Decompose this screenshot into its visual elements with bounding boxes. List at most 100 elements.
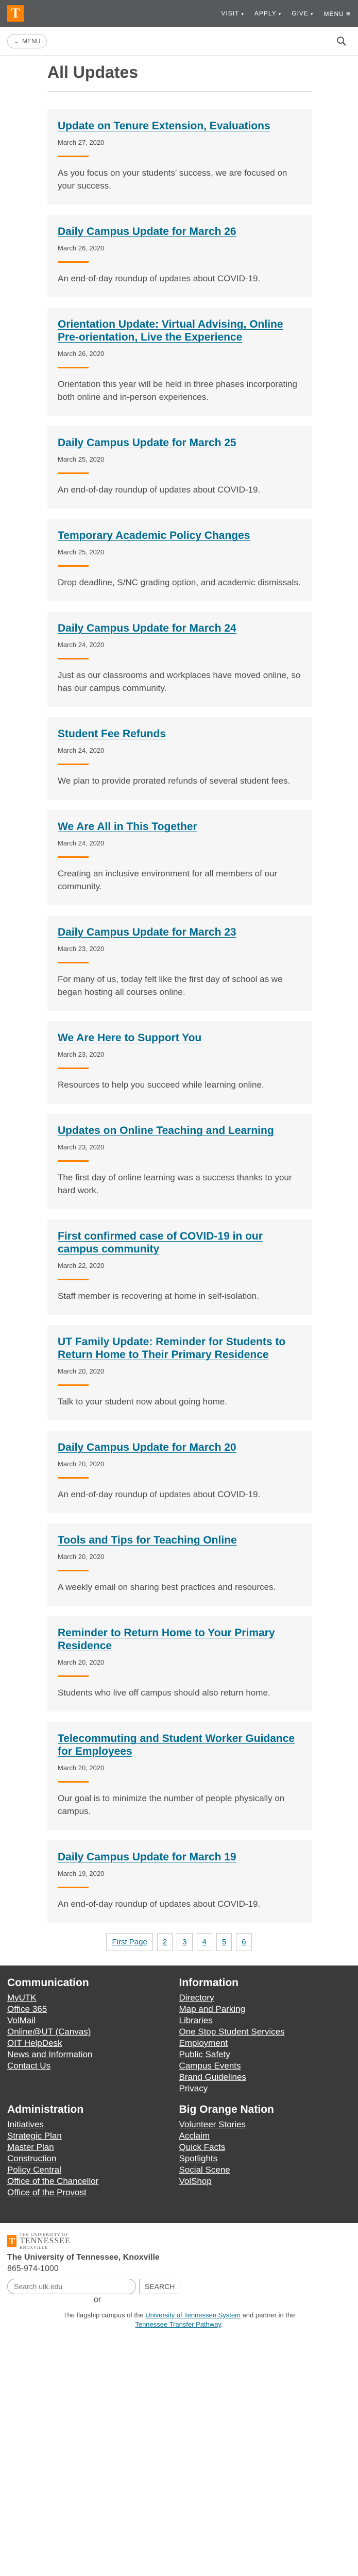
orange-divider <box>58 1781 89 1783</box>
footer-link[interactable]: Brand Guidelines <box>179 2072 351 2083</box>
post-title[interactable]: Student Fee Refunds <box>58 727 302 740</box>
footer-link[interactable]: Online@UT (Canvas) <box>7 2026 179 2038</box>
footer-link[interactable]: Construction <box>7 2153 179 2164</box>
flagship-statement: The flagship campus of the University of… <box>63 2311 295 2328</box>
footer-search-button[interactable]: SEARCH <box>139 2279 181 2294</box>
footer-link[interactable]: Office 365 <box>7 2004 179 2015</box>
post-title[interactable]: Orientation Update: Virtual Advising, On… <box>58 318 302 344</box>
post-title[interactable]: Daily Campus Update for March 20 <box>58 1441 302 1454</box>
footer-link[interactable]: Privacy <box>179 2083 351 2094</box>
post-title[interactable]: Daily Campus Update for March 23 <box>58 926 302 939</box>
footer-logo[interactable]: T THE UNIVERSITY OF TENNESSEE KNOXVILLE <box>7 2232 351 2250</box>
post-date: March 22, 2020 <box>58 1262 105 1269</box>
footer-link[interactable]: Office of the Provost <box>7 2187 179 2198</box>
nav-visit[interactable]: VISIT ▾ <box>221 10 244 17</box>
nav-give[interactable]: GIVE ▾ <box>292 10 313 17</box>
nav-menu[interactable]: MENU ≡ <box>323 9 351 18</box>
footer-link[interactable]: Social Scene <box>179 2164 351 2176</box>
post-date: March 27, 2020 <box>58 139 105 146</box>
post-title[interactable]: Update on Tenure Extension, Evaluations <box>58 120 302 132</box>
pagination-page-4[interactable]: 4 <box>196 1933 212 1951</box>
footer-search-input[interactable] <box>7 2279 136 2294</box>
pagination-first-page[interactable]: First Page <box>106 1933 153 1951</box>
top-nav: VISIT ▾ APPLY ▾ GIVE ▾ MENU ≡ <box>221 0 351 27</box>
footer-link[interactable]: Master Plan <box>7 2142 179 2153</box>
search-icon[interactable] <box>336 36 347 46</box>
footer-link[interactable]: MyUTK <box>7 1992 179 2004</box>
footer-links: Communication MyUTK Office 365 VolMail Onlin… <box>0 1965 358 2223</box>
ut-system-link[interactable]: University of Tennessee System <box>145 2311 241 2319</box>
post-date: March 24, 2020 <box>58 839 105 847</box>
footer-link[interactable]: Spotlights <box>179 2153 351 2164</box>
orange-divider <box>58 1887 89 1888</box>
top-bar: T VISIT ▾ APPLY ▾ GIVE ▾ MENU ≡ <box>0 0 358 27</box>
hamburger-icon: ≡ <box>346 9 351 18</box>
footer-link[interactable]: Libraries <box>179 2015 351 2026</box>
footer-link[interactable]: Public Safety <box>179 2049 351 2060</box>
post-title[interactable]: UT Family Update: Reminder for Students … <box>58 1335 302 1361</box>
post-card: Daily Campus Update for March 24 March 24… <box>47 612 312 707</box>
footer-link[interactable]: Strategic Plan <box>7 2130 179 2142</box>
post-summary: An end-of-day roundup of updates about C… <box>58 485 261 495</box>
post-title[interactable]: Daily Campus Update for March 19 <box>58 1851 302 1863</box>
post-title[interactable]: We Are All in This Together <box>58 820 302 833</box>
pagination-page-3[interactable]: 3 <box>177 1933 193 1951</box>
footer-link[interactable]: OIT HelpDesk <box>7 2038 179 2049</box>
post-summary: The first day of online learning was a s… <box>58 1173 292 1195</box>
post-card: Telecommuting and Student Worker Guidanc… <box>47 1722 312 1830</box>
post-summary: Staff member is recovering at home in se… <box>58 1291 259 1301</box>
footer-link[interactable]: Initiatives <box>7 2119 179 2130</box>
footer-column: Big Orange Nation Volunteer Stories Acclai… <box>179 2104 351 2198</box>
footer-link[interactable]: Directory <box>179 1992 351 2004</box>
pagination-page-5[interactable]: 5 <box>216 1933 232 1951</box>
post-title[interactable]: Temporary Academic Policy Changes <box>58 529 302 542</box>
footer-link[interactable]: Acclaim <box>179 2130 351 2142</box>
footer-link[interactable]: Employment <box>179 2038 351 2049</box>
footer-link[interactable]: Campus Events <box>179 2060 351 2072</box>
post-summary: Drop deadline, S/NC grading option, and … <box>58 578 301 587</box>
post-title[interactable]: Updates on Online Teaching and Learning <box>58 1124 302 1137</box>
post-summary: Resources to help you succeed while lear… <box>58 1080 264 1090</box>
ut-logo[interactable]: T <box>7 5 24 22</box>
footer-link[interactable]: VolMail <box>7 2015 179 2026</box>
orange-divider <box>58 1384 89 1386</box>
footer-link[interactable]: One Stop Student Services <box>179 2026 351 2038</box>
pagination-page-2[interactable]: 2 <box>157 1933 173 1951</box>
menu-button[interactable]: ⌄ MENU <box>7 34 47 48</box>
footer-link[interactable]: Contact Us <box>7 2060 179 2072</box>
nav-apply[interactable]: APPLY ▾ <box>254 10 281 17</box>
post-card: Updates on Online Teaching and Learning M… <box>47 1114 312 1209</box>
post-card: Tools and Tips for Teaching Online March … <box>47 1523 312 1606</box>
post-date: March 20, 2020 <box>58 1460 105 1468</box>
pagination-page-6[interactable]: 6 <box>236 1933 252 1951</box>
post-date: March 23, 2020 <box>58 945 105 953</box>
post-card: We Are All in This Together March 24, 202… <box>47 810 312 905</box>
footer-link[interactable]: News and Information <box>7 2049 179 2060</box>
footer-link[interactable]: Office of the Chancellor <box>7 2176 179 2187</box>
post-title[interactable]: Daily Campus Update for March 24 <box>58 622 302 635</box>
footer-column: Information Directory Map and Parking Libra… <box>179 1977 351 2094</box>
post-title[interactable]: Daily Campus Update for March 26 <box>58 225 302 238</box>
footer-link[interactable]: VolShop <box>179 2176 351 2187</box>
post-summary: An end-of-day roundup of updates about C… <box>58 1489 261 1499</box>
phone-number[interactable]: 865-974-1000 <box>7 2264 351 2274</box>
post-date: March 20, 2020 <box>58 1658 105 1666</box>
post-title[interactable]: Daily Campus Update for March 25 <box>58 436 302 449</box>
post-title[interactable]: We Are Here to Support You <box>58 1031 302 1044</box>
footer-link[interactable]: Quick Facts <box>179 2142 351 2153</box>
orange-divider <box>58 1067 89 1069</box>
post-summary: Orientation this year will be held in th… <box>58 379 297 402</box>
orange-divider <box>58 1570 89 1571</box>
post-card: Daily Campus Update for March 19 March 19… <box>47 1840 312 1923</box>
post-title[interactable]: Reminder to Return Home to Your Primary … <box>58 1626 302 1652</box>
post-card: Temporary Academic Policy Changes March 2… <box>47 519 312 601</box>
footer-link[interactable]: Policy Central <box>7 2164 179 2176</box>
footer-heading: Communication <box>7 1977 89 1989</box>
post-title[interactable]: First confirmed case of COVID-19 in our … <box>58 1230 302 1256</box>
post-title[interactable]: Telecommuting and Student Worker Guidanc… <box>58 1732 302 1758</box>
footer-column: Communication MyUTK Office 365 VolMail Onlin… <box>7 1977 179 2094</box>
post-title[interactable]: Tools and Tips for Teaching Online <box>58 1534 302 1547</box>
footer-link[interactable]: Map and Parking <box>179 2004 351 2015</box>
footer-link[interactable]: Volunteer Stories <box>179 2119 351 2130</box>
transfer-pathway-link[interactable]: Tennessee Transfer Pathway <box>135 2320 221 2328</box>
